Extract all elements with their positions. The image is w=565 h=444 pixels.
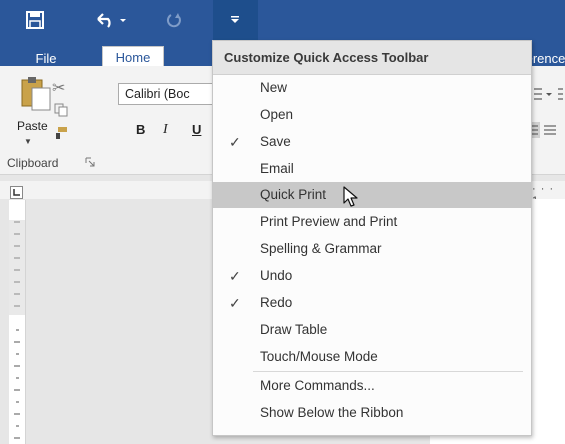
tab-selector[interactable] — [10, 186, 23, 199]
checkmark-icon: ✓ — [229, 268, 241, 284]
cut-icon[interactable]: ✂ — [52, 78, 65, 98]
italic-button[interactable]: I — [163, 122, 168, 138]
list-icon[interactable] — [532, 86, 565, 102]
undo-icon[interactable] — [92, 6, 132, 34]
menu-item-label: Show Below the Ribbon — [260, 405, 404, 420]
redo-icon[interactable] — [160, 6, 190, 34]
tab-home[interactable]: Home — [102, 46, 164, 68]
paste-dropdown-icon[interactable]: ▼ — [24, 137, 32, 146]
bold-button[interactable]: B — [136, 122, 145, 137]
menu-item-label: Open — [260, 107, 294, 122]
menu-item-more-commands[interactable]: More Commands... — [213, 373, 531, 399]
paste-label[interactable]: Paste — [17, 119, 48, 133]
menu-item-open[interactable]: Open — [213, 102, 531, 128]
customize-dropdown-icon — [230, 15, 240, 25]
menu-item-label: Save — [260, 134, 291, 149]
checkmark-icon: ✓ — [229, 134, 241, 150]
menu-item-label: Undo — [260, 268, 293, 283]
menu-item-print-preview[interactable]: Print Preview and Print — [213, 209, 531, 235]
menu-item-label: Email — [260, 161, 294, 176]
menu-item-label: More Commands... — [260, 378, 375, 393]
vertical-ruler — [9, 200, 26, 444]
menu-item-label: Draw Table — [260, 322, 328, 337]
menu-item-touch-mouse[interactable]: Touch/Mouse Mode — [213, 344, 531, 370]
quick-access-toolbar — [0, 0, 565, 40]
dialog-launcher-icon[interactable] — [85, 157, 95, 167]
clipboard-group-label: Clipboard — [7, 156, 59, 170]
menu-item-undo[interactable]: ✓ Undo — [213, 263, 531, 289]
menu-item-show-below-ribbon[interactable]: Show Below the Ribbon — [213, 400, 531, 426]
menu-item-label: Redo — [260, 295, 293, 310]
copy-icon[interactable] — [54, 103, 68, 117]
menu-item-quick-print[interactable]: Quick Print — [213, 182, 531, 208]
menu-item-label: Quick Print — [260, 187, 327, 202]
underline-button[interactable]: U — [192, 122, 201, 137]
customize-qat-menu: Customize Quick Access Toolbar New Open … — [212, 40, 532, 436]
menu-title: Customize Quick Access Toolbar — [213, 41, 531, 75]
menu-item-redo[interactable]: ✓ Redo — [213, 290, 531, 316]
menu-item-label: Print Preview and Print — [260, 214, 398, 229]
menu-separator — [253, 371, 523, 372]
menu-item-new[interactable]: New — [213, 75, 531, 101]
menu-item-draw-table[interactable]: Draw Table — [213, 317, 531, 343]
menu-item-save[interactable]: ✓ Save — [213, 129, 531, 155]
font-name-box[interactable]: Calibri (Boc — [118, 83, 214, 105]
save-icon[interactable] — [20, 6, 50, 34]
menu-item-spelling[interactable]: Spelling & Grammar — [213, 236, 531, 262]
paste-icon[interactable] — [18, 76, 54, 116]
menu-item-email[interactable]: Email — [213, 156, 531, 182]
menu-item-label: Touch/Mouse Mode — [260, 349, 378, 364]
menu-item-label: Spelling & Grammar — [260, 241, 382, 256]
checkmark-icon: ✓ — [229, 295, 241, 311]
menu-item-label: New — [260, 80, 288, 95]
format-painter-icon[interactable] — [54, 126, 68, 140]
customize-qat-button[interactable] — [213, 0, 258, 40]
mouse-cursor-icon — [343, 186, 359, 208]
